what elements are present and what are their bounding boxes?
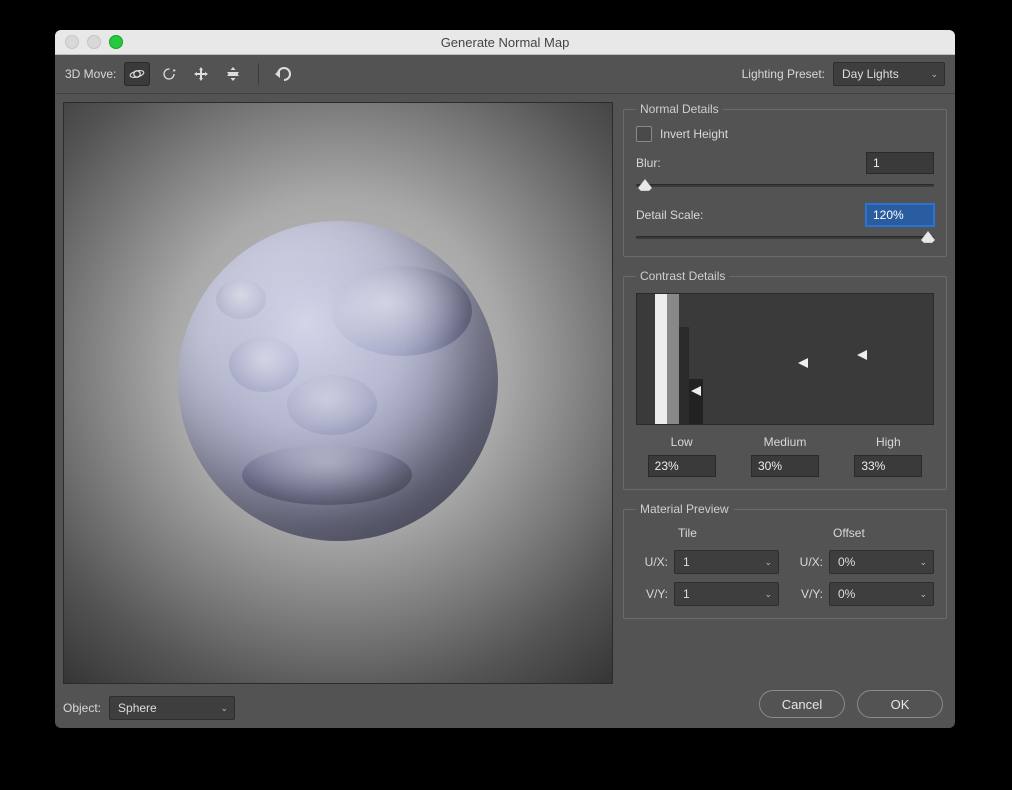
invert-height-checkbox[interactable] [636,126,652,142]
chevron-down-icon: ⌄ [764,589,772,600]
blur-input[interactable] [866,152,934,174]
contrast-high-label: High [876,435,901,449]
contrast-marker-medium[interactable] [798,357,808,367]
offset-ux-label: U/X: [791,555,823,569]
dialog-window: Generate Normal Map 3D Move: [55,30,955,728]
chevron-down-icon: ⌄ [220,703,228,714]
chevron-down-icon: ⌄ [764,557,772,568]
tile-vy-value: 1 [683,587,690,601]
detail-scale-label: Detail Scale: [636,208,703,222]
titlebar: Generate Normal Map [55,30,955,55]
lighting-preset-label: Lighting Preset: [742,67,825,81]
object-label: Object: [63,701,101,715]
lighting-preset-value: Day Lights [842,67,899,81]
contrast-low-input[interactable] [648,455,716,477]
contrast-high-input[interactable] [854,455,922,477]
cancel-button[interactable]: Cancel [759,690,845,718]
3d-viewport[interactable] [63,102,613,684]
undo-icon [274,66,294,82]
normal-details-legend: Normal Details [636,102,723,116]
dialog-body: Object: Sphere ⌄ Normal Details Invert H… [55,94,955,728]
contrast-low-label: Low [671,435,693,449]
window-title: Generate Normal Map [55,35,955,50]
material-preview-group: Material Preview Tile U/X: 1 ⌄ V/Y: [623,502,947,619]
reset-view-button[interactable] [271,62,297,86]
invert-height-label: Invert Height [660,127,728,141]
pan-icon [192,65,210,83]
3d-move-label: 3D Move: [65,67,116,81]
tile-ux-label: U/X: [636,555,668,569]
chevron-down-icon: ⌄ [930,69,938,80]
preview-sphere [178,221,498,541]
offset-vy-label: V/Y: [791,587,823,601]
roll-tool-button[interactable] [156,62,182,86]
chevron-down-icon: ⌄ [919,589,927,600]
offset-vy-value: 0% [838,587,855,601]
tile-ux-select[interactable]: 1 ⌄ [674,550,779,574]
ok-button[interactable]: OK [857,690,943,718]
orbit-tool-button[interactable] [124,62,150,86]
normal-details-group: Normal Details Invert Height Blur: [623,102,947,257]
blur-label: Blur: [636,156,661,170]
offset-ux-value: 0% [838,555,855,569]
blur-slider[interactable] [636,178,934,192]
object-row: Object: Sphere ⌄ [63,684,613,720]
material-preview-legend: Material Preview [636,502,733,516]
dialog-footer: Cancel OK [623,686,947,720]
object-value: Sphere [118,701,157,715]
lighting-preset-select[interactable]: Day Lights ⌄ [833,62,945,86]
toolbar-divider [258,63,259,85]
contrast-histogram[interactable] [636,293,934,425]
settings-panel: Normal Details Invert Height Blur: [623,102,947,720]
tile-vy-select[interactable]: 1 ⌄ [674,582,779,606]
tile-heading: Tile [636,526,779,540]
contrast-marker-low[interactable] [691,385,701,395]
chevron-down-icon: ⌄ [919,557,927,568]
preview-column: Object: Sphere ⌄ [63,102,613,720]
contrast-marker-high[interactable] [857,349,867,359]
offset-heading: Offset [791,526,934,540]
offset-vy-select[interactable]: 0% ⌄ [829,582,934,606]
tile-ux-value: 1 [683,555,690,569]
detail-scale-input[interactable] [866,204,934,226]
orbit-icon [128,65,146,83]
slide-tool-button[interactable] [220,62,246,86]
roll-icon [160,65,178,83]
contrast-medium-label: Medium [764,435,807,449]
toolbar: 3D Move: [55,55,955,94]
pan-tool-button[interactable] [188,62,214,86]
object-select[interactable]: Sphere ⌄ [109,696,235,720]
contrast-details-group: Contrast Details [623,269,947,490]
contrast-medium-input[interactable] [751,455,819,477]
detail-scale-slider[interactable] [636,230,934,244]
tile-vy-label: V/Y: [636,587,668,601]
offset-ux-select[interactable]: 0% ⌄ [829,550,934,574]
contrast-details-legend: Contrast Details [636,269,729,283]
invert-height-row: Invert Height [636,126,934,142]
slide-icon [224,65,242,83]
